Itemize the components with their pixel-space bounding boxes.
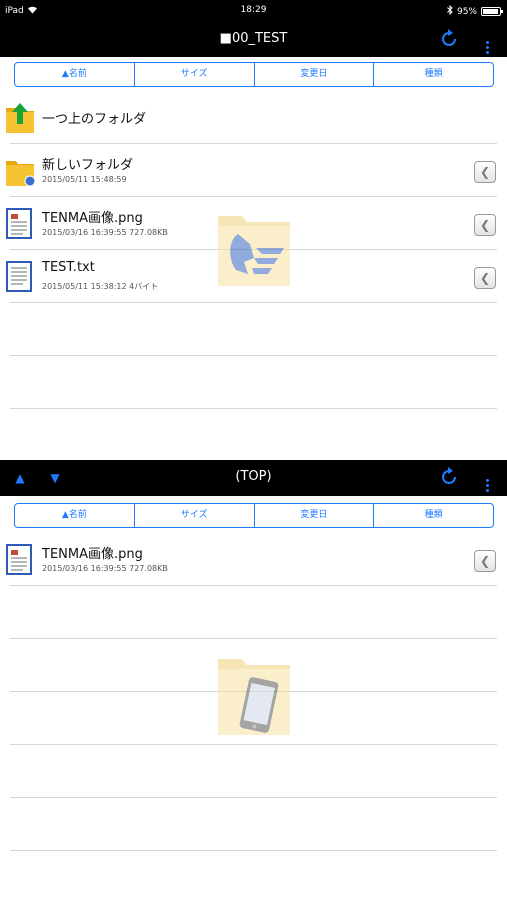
list-item[interactable]: TENMA画像.png 2015/03/16 16:39:55 727.08KB… bbox=[6, 534, 497, 586]
item-name: 一つ上のフォルダ bbox=[42, 112, 147, 127]
item-name: TEST.txt bbox=[42, 260, 95, 275]
bottom-navbar: ▲ ▼ (TOP) bbox=[0, 460, 507, 496]
sort-date[interactable]: 変更日 bbox=[255, 504, 375, 527]
list-divider bbox=[10, 850, 497, 851]
refresh-button[interactable] bbox=[439, 29, 459, 49]
folder-icon bbox=[5, 153, 36, 187]
sort-date[interactable]: 変更日 bbox=[255, 63, 375, 86]
item-meta: 2015/03/16 16:39:55 727.08KB bbox=[42, 564, 168, 573]
more-vertical-icon bbox=[485, 476, 489, 496]
list-divider bbox=[10, 408, 497, 409]
refresh-button[interactable] bbox=[439, 467, 459, 487]
more-button[interactable] bbox=[477, 29, 497, 54]
item-meta: 2015/05/11 15:48:59 bbox=[42, 175, 127, 184]
list-divider bbox=[10, 797, 497, 798]
item-name: TENMA画像.png bbox=[42, 211, 143, 226]
top-navbar: ■00_TEST bbox=[0, 22, 507, 57]
item-name: TENMA画像.png bbox=[42, 547, 143, 562]
bluetooth-icon bbox=[447, 4, 453, 18]
sort-size[interactable]: サイズ bbox=[135, 504, 255, 527]
item-meta: 2015/05/11 15:38:12 4バイト bbox=[42, 282, 159, 291]
sort-name[interactable]: ▲名前 bbox=[15, 63, 135, 86]
sort-size[interactable]: サイズ bbox=[135, 63, 255, 86]
sort-type[interactable]: 種類 bbox=[374, 504, 493, 527]
list-item[interactable]: 新しいフォルダ 2015/05/11 15:48:59 ❮ bbox=[6, 145, 497, 197]
more-vertical-icon bbox=[485, 38, 489, 58]
more-button[interactable] bbox=[477, 467, 497, 492]
chevron-left-icon[interactable]: ❮ bbox=[474, 214, 496, 236]
device-watermark-icon bbox=[214, 655, 294, 749]
list-divider bbox=[10, 355, 497, 356]
list-divider bbox=[10, 638, 497, 639]
chevron-left-icon[interactable]: ❮ bbox=[474, 550, 496, 572]
item-name: 新しいフォルダ bbox=[42, 158, 134, 173]
chevron-left-icon[interactable]: ❮ bbox=[474, 267, 496, 289]
refresh-icon bbox=[442, 467, 456, 484]
chevron-left-icon[interactable]: ❮ bbox=[474, 161, 496, 183]
sort-type[interactable]: 種類 bbox=[374, 63, 493, 86]
app-watermark-icon bbox=[214, 210, 294, 294]
bottom-pane-title: (TOP) bbox=[235, 469, 272, 484]
status-bar: iPad 18:29 95% bbox=[0, 0, 507, 22]
top-pane-title: ■00_TEST bbox=[219, 31, 288, 46]
item-meta: 2015/03/16 16:39:55 727.08KB bbox=[42, 228, 168, 237]
list-item[interactable]: 一つ上のフォルダ bbox=[6, 92, 497, 144]
document-icon bbox=[5, 206, 33, 240]
folder-up-icon bbox=[5, 100, 34, 134]
bottom-sort-control: ▲名前 サイズ 変更日 種類 bbox=[14, 503, 494, 528]
battery-percent: 95% bbox=[456, 6, 477, 17]
top-sort-control: ▲名前 サイズ 変更日 種類 bbox=[14, 62, 494, 87]
document-icon bbox=[5, 542, 33, 576]
document-icon bbox=[5, 259, 33, 293]
refresh-icon bbox=[442, 29, 456, 46]
clock: 18:29 bbox=[240, 5, 267, 15]
sort-name[interactable]: ▲名前 bbox=[15, 504, 135, 527]
battery-icon bbox=[481, 7, 503, 16]
